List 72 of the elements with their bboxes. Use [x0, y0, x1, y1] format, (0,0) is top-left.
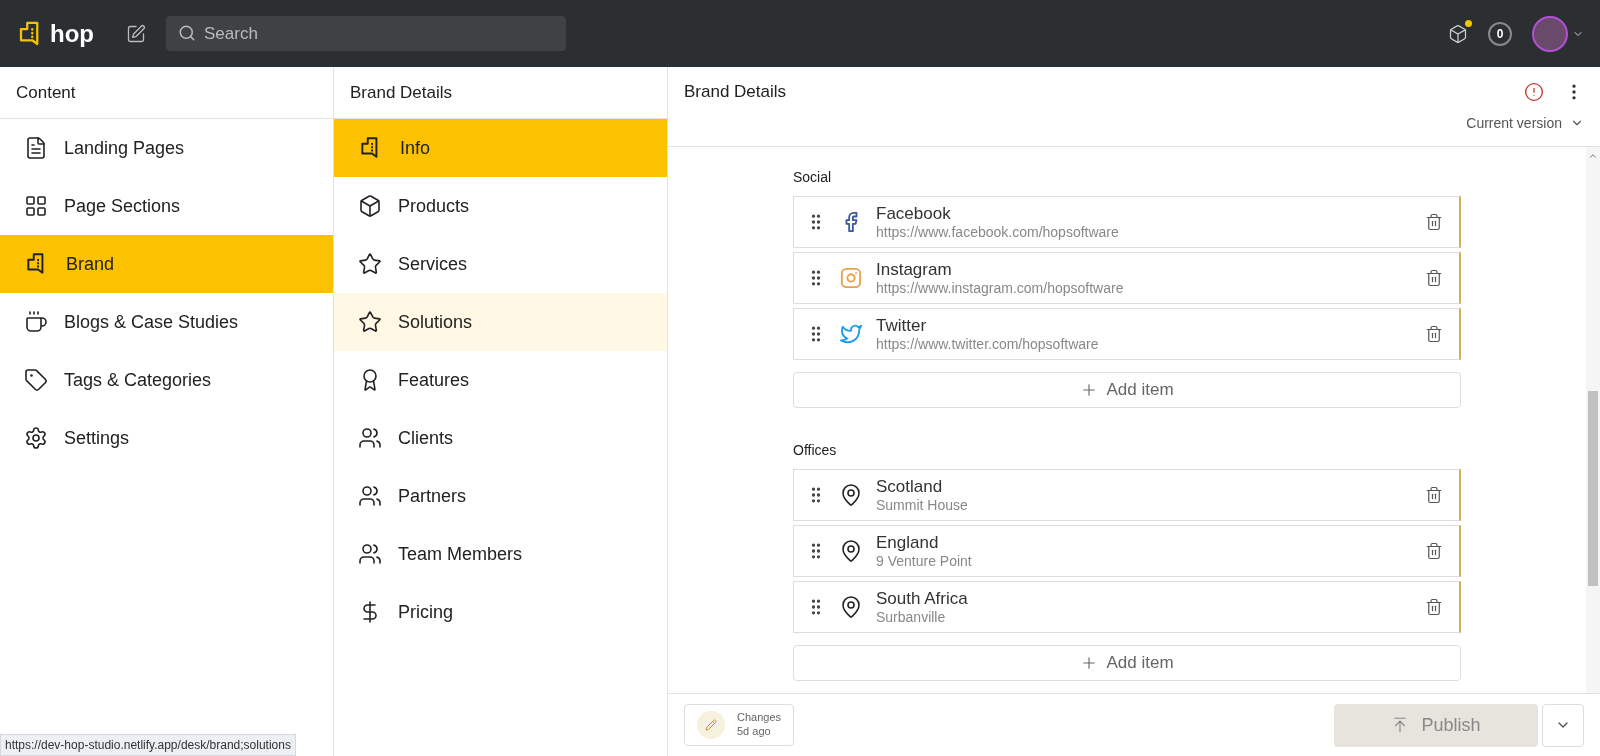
nav-item[interactable]: Products — [334, 177, 667, 235]
version-dropdown[interactable]: Current version — [1466, 112, 1584, 134]
changes-time: 5d ago — [737, 725, 772, 739]
panel-title: Content — [16, 81, 76, 104]
section-label: Social — [793, 168, 833, 187]
item-title: Scotland — [876, 475, 944, 497]
nav-item[interactable]: Tags & Categories — [0, 351, 333, 409]
item-subtitle: Summit House — [876, 496, 968, 515]
delete-icon[interactable] — [1425, 486, 1443, 504]
avatar[interactable] — [1532, 15, 1568, 52]
delete-icon[interactable] — [1425, 598, 1443, 616]
nav-item[interactable]: Brand — [0, 235, 333, 293]
item-title: Twitter — [876, 314, 928, 336]
nav-item[interactable]: Pricing — [334, 583, 667, 641]
delete-icon[interactable] — [1425, 325, 1443, 343]
item-subtitle: Surbanville — [876, 608, 947, 627]
users-icon — [358, 542, 382, 566]
users-icon — [358, 484, 382, 508]
nav-item[interactable]: Team Members — [334, 525, 667, 583]
nav-item[interactable]: Page Sections — [0, 177, 333, 235]
count-badge[interactable]: 0 — [1488, 21, 1512, 46]
changes-label: Changes — [737, 711, 782, 725]
alert-icon[interactable] — [1524, 81, 1544, 102]
delete-icon[interactable] — [1425, 213, 1443, 231]
list-item[interactable]: Scotland Summit House — [793, 469, 1461, 521]
add-item-button[interactable]: Add item — [793, 372, 1461, 408]
document-icon — [24, 136, 48, 160]
nav-item[interactable]: Partners — [334, 467, 667, 525]
search-field[interactable]: Search — [166, 16, 566, 51]
list-item[interactable]: England 9 Venture Point — [793, 525, 1461, 577]
panel-title: Brand Details — [350, 81, 453, 104]
delete-icon[interactable] — [1425, 269, 1443, 287]
logo-text: hop — [50, 18, 94, 49]
item-subtitle: 9 Venture Point — [876, 552, 972, 571]
star-icon — [358, 252, 382, 276]
search-icon — [178, 24, 196, 42]
tag-icon — [24, 368, 48, 392]
status-url: https://dev-hop-studio.netlify.app/desk/brand;solutions — [0, 734, 296, 756]
nav-item[interactable]: Settings — [0, 409, 333, 467]
list-item[interactable]: Twitter https://www.twitter.com/hopsoftware — [793, 308, 1461, 360]
item-title: Instagram — [876, 258, 953, 280]
grid-icon — [24, 194, 48, 218]
changes-badge[interactable]: Changes 5d ago — [684, 704, 795, 746]
nav-item[interactable]: Solutions — [334, 293, 667, 351]
star-icon — [358, 310, 382, 334]
list-item[interactable]: South Africa Surbanville — [793, 581, 1461, 633]
add-item-button[interactable]: Add item — [793, 645, 1461, 681]
item-subtitle: https://www.instagram.com/hopsoftware — [876, 279, 1124, 298]
item-subtitle: https://www.twitter.com/hopsoftware — [876, 335, 1099, 354]
settings-icon — [24, 426, 48, 450]
cup-icon — [24, 310, 48, 334]
nav-item[interactable]: Services — [334, 235, 667, 293]
scroll-up-icon[interactable] — [1588, 151, 1598, 161]
users-icon — [358, 426, 382, 450]
pencil-icon — [705, 719, 717, 731]
delete-icon[interactable] — [1425, 542, 1443, 560]
nav-item[interactable]: Features — [334, 351, 667, 409]
item-title: Facebook — [876, 202, 952, 224]
item-subtitle: https://www.facebook.com/hopsoftware — [876, 223, 1119, 242]
editor-title: Brand Details — [684, 81, 787, 103]
scrollbar[interactable] — [1586, 147, 1600, 693]
list-item[interactable]: Instagram https://www.instagram.com/hopsoftware — [793, 252, 1461, 304]
nav-item[interactable]: Blogs & Case Studies — [0, 293, 333, 351]
box-icon — [358, 194, 382, 218]
nav-item[interactable]: Landing Pages — [0, 119, 333, 177]
section-label: Offices — [793, 441, 838, 460]
nav-item[interactable]: Info — [334, 119, 667, 177]
list-item[interactable]: Facebook https://www.facebook.com/hopsoftware — [793, 196, 1461, 248]
item-title: England — [876, 531, 940, 553]
box-icon[interactable] — [1448, 23, 1468, 44]
nav-item[interactable]: Clients — [334, 409, 667, 467]
item-title: South Africa — [876, 587, 968, 609]
